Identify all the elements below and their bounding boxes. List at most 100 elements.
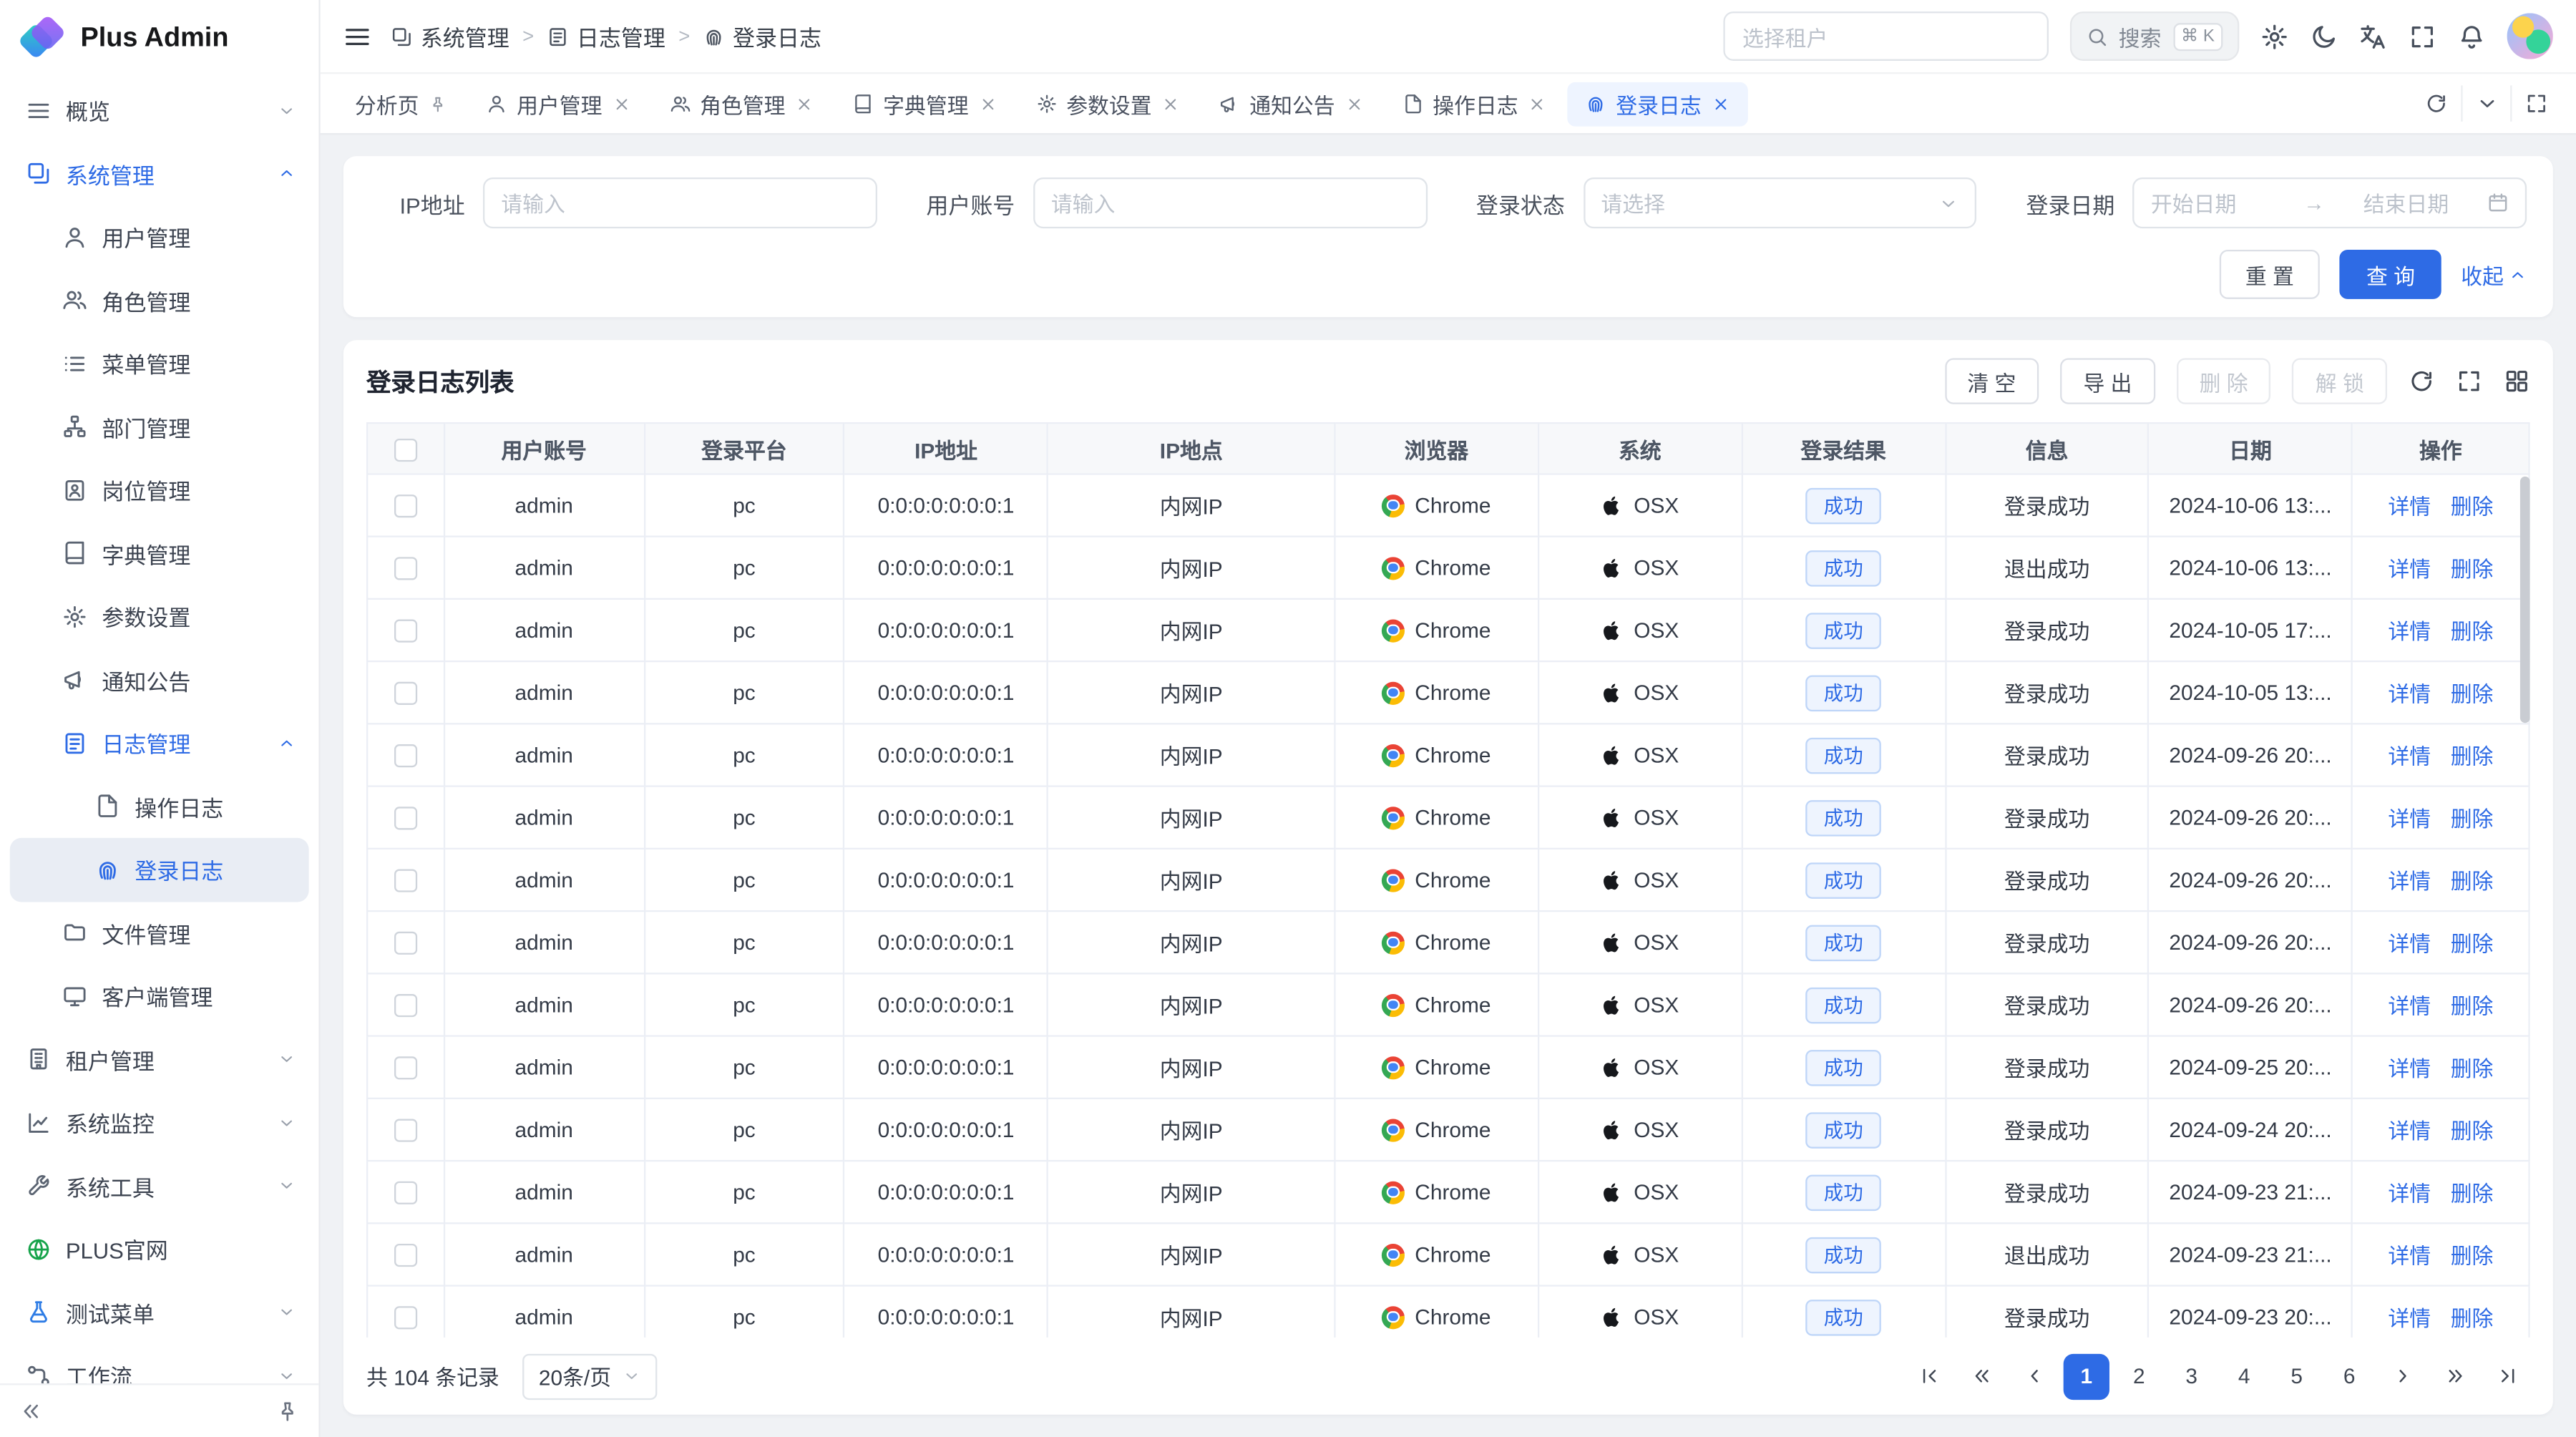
sidebar-item-menu-management[interactable]: 菜单管理	[0, 332, 318, 395]
sidebar-item-login-log[interactable]: 登录日志	[10, 838, 309, 901]
sidebar-item-user-management[interactable]: 用户管理	[0, 205, 318, 268]
maximize-content-button[interactable]	[2510, 85, 2560, 122]
detail-link[interactable]: 详情	[2388, 1114, 2431, 1146]
detail-link[interactable]: 详情	[2388, 1177, 2431, 1208]
tab-param-settings[interactable]: 参数设置	[1018, 82, 1197, 126]
page-button-2[interactable]: 2	[2116, 1353, 2162, 1399]
next-pages-button[interactable]	[2431, 1353, 2477, 1399]
row-checkbox[interactable]	[394, 1119, 417, 1142]
global-search[interactable]: 搜索 ⌘ K	[2069, 11, 2239, 61]
tab-notice[interactable]: 通知公告	[1201, 82, 1380, 126]
close-icon[interactable]	[1345, 94, 1362, 112]
detail-link[interactable]: 详情	[2388, 1301, 2431, 1333]
page-button-6[interactable]: 6	[2326, 1353, 2372, 1399]
tab-menu-button[interactable]	[2461, 85, 2510, 122]
row-checkbox[interactable]	[394, 745, 417, 768]
sidebar-item-notice[interactable]: 通知公告	[0, 648, 318, 711]
tab-login-log[interactable]: 登录日志	[1568, 82, 1747, 126]
detail-link[interactable]: 详情	[2388, 739, 2431, 771]
page-button-3[interactable]: 3	[2169, 1353, 2215, 1399]
sidebar-item-system-tools[interactable]: 系统工具	[0, 1154, 318, 1217]
row-checkbox[interactable]	[394, 495, 417, 518]
delete-button[interactable]: 删 除	[2177, 359, 2271, 404]
collapse-filter-link[interactable]: 收起	[2461, 259, 2527, 291]
delete-link[interactable]: 删除	[2451, 802, 2494, 833]
detail-link[interactable]: 详情	[2388, 927, 2431, 958]
sidebar-item-system-monitor[interactable]: 系统监控	[0, 1091, 318, 1154]
close-icon[interactable]	[1528, 94, 1546, 112]
row-checkbox[interactable]	[394, 682, 417, 705]
row-checkbox[interactable]	[394, 1057, 417, 1080]
delete-link[interactable]: 删除	[2451, 989, 2494, 1020]
app-logo[interactable]: Plus Admin	[0, 0, 318, 76]
sidebar-item-log-management[interactable]: 日志管理	[0, 711, 318, 774]
row-checkbox[interactable]	[394, 1307, 417, 1330]
tab-role-management[interactable]: 角色管理	[651, 82, 831, 126]
page-button-1[interactable]: 1	[2064, 1353, 2109, 1399]
tab-dict-management[interactable]: 字典管理	[834, 82, 1014, 126]
next-page-button[interactable]	[2379, 1353, 2424, 1399]
sidebar-item-param-settings[interactable]: 参数设置	[0, 585, 318, 648]
sidebar-item-role-management[interactable]: 角色管理	[0, 268, 318, 331]
delete-link[interactable]: 删除	[2451, 1114, 2494, 1146]
detail-link[interactable]: 详情	[2388, 677, 2431, 708]
fullscreen-table-icon[interactable]	[2456, 368, 2482, 394]
row-checkbox[interactable]	[394, 1244, 417, 1267]
dark-mode-moon-icon[interactable]	[2310, 22, 2338, 50]
login-status-select[interactable]: 请选择	[1583, 177, 1976, 228]
tenant-select[interactable]: 选择租户	[1722, 11, 2048, 61]
breadcrumb-item[interactable]: 登录日志	[703, 20, 821, 53]
detail-link[interactable]: 详情	[2388, 615, 2431, 646]
select-all-checkbox[interactable]	[394, 439, 417, 462]
hamburger-icon[interactable]	[343, 22, 371, 50]
first-page-button[interactable]	[1906, 1353, 1951, 1399]
notifications-bell-icon[interactable]	[2458, 22, 2486, 50]
export-button[interactable]: 导 出	[2060, 359, 2155, 404]
column-settings-icon[interactable]	[2504, 368, 2530, 394]
tab-analysis[interactable]: 分析页	[337, 82, 465, 126]
sidebar-item-workflow[interactable]: 工作流	[0, 1344, 318, 1383]
refresh-table-icon[interactable]	[2409, 368, 2435, 394]
detail-link[interactable]: 详情	[2388, 489, 2431, 521]
reset-button[interactable]: 重 置	[2219, 250, 2320, 299]
delete-link[interactable]: 删除	[2451, 1301, 2494, 1333]
detail-link[interactable]: 详情	[2388, 1051, 2431, 1083]
detail-link[interactable]: 详情	[2388, 864, 2431, 896]
user-account-input[interactable]: 请输入	[1033, 177, 1427, 228]
delete-link[interactable]: 删除	[2451, 677, 2494, 708]
delete-link[interactable]: 删除	[2451, 1239, 2494, 1270]
clear-button[interactable]: 清 空	[1944, 359, 2039, 404]
ip-address-input[interactable]: 请输入	[483, 177, 877, 228]
sidebar-item-test-menu[interactable]: 测试菜单	[0, 1281, 318, 1344]
close-icon[interactable]	[795, 94, 813, 112]
row-checkbox[interactable]	[394, 620, 417, 643]
delete-link[interactable]: 删除	[2451, 552, 2494, 583]
tab-operation-log[interactable]: 操作日志	[1385, 82, 1564, 126]
sidebar-item-file-management[interactable]: 文件管理	[0, 901, 318, 964]
sidebar-item-dept-management[interactable]: 部门管理	[0, 395, 318, 458]
page-button-4[interactable]: 4	[2221, 1353, 2267, 1399]
user-avatar[interactable]	[2507, 13, 2553, 59]
language-translate-icon[interactable]	[2359, 22, 2387, 50]
sidebar-item-plus-site[interactable]: PLUS官网	[0, 1217, 318, 1280]
row-checkbox[interactable]	[394, 557, 417, 580]
last-page-button[interactable]	[2484, 1353, 2529, 1399]
detail-link[interactable]: 详情	[2388, 989, 2431, 1020]
sidebar-item-operation-log[interactable]: 操作日志	[0, 775, 318, 838]
delete-link[interactable]: 删除	[2451, 615, 2494, 646]
pin-sidebar-icon[interactable]	[276, 1400, 299, 1423]
sidebar-item-post-management[interactable]: 岗位管理	[0, 459, 318, 522]
page-button-5[interactable]: 5	[2274, 1353, 2320, 1399]
delete-link[interactable]: 删除	[2451, 864, 2494, 896]
query-button[interactable]: 查 询	[2340, 250, 2441, 299]
fullscreen-icon[interactable]	[2409, 22, 2436, 50]
unlock-button[interactable]: 解 锁	[2293, 359, 2387, 404]
row-checkbox[interactable]	[394, 995, 417, 1018]
row-checkbox[interactable]	[394, 1182, 417, 1204]
sidebar-item-tenant-management[interactable]: 租户管理	[0, 1028, 318, 1091]
detail-link[interactable]: 详情	[2388, 802, 2431, 833]
breadcrumb-item[interactable]: 系统管理	[391, 20, 509, 53]
row-checkbox[interactable]	[394, 807, 417, 830]
delete-link[interactable]: 删除	[2451, 489, 2494, 521]
delete-link[interactable]: 删除	[2451, 739, 2494, 771]
